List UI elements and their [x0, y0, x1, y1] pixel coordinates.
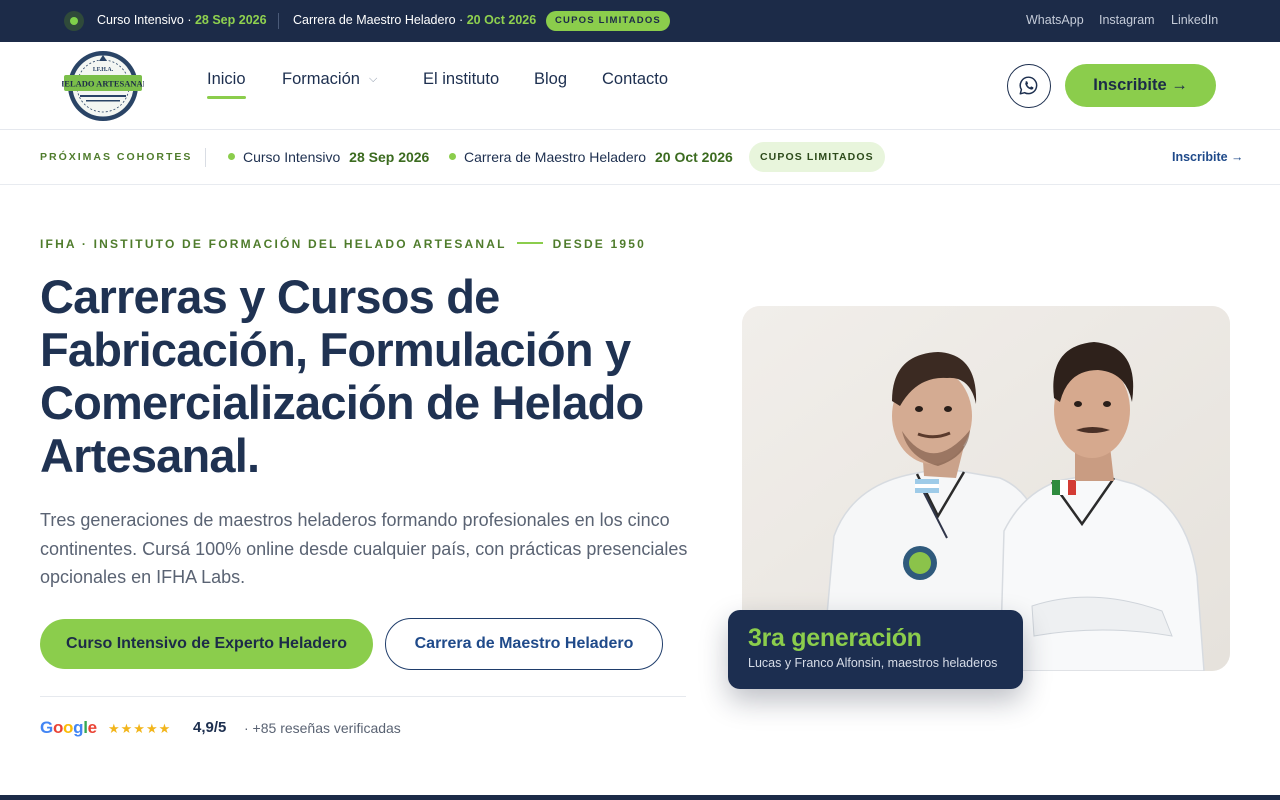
whatsapp-icon: [1019, 76, 1038, 95]
ifha-logo[interactable]: I.F.H.A. HELADO ARTESANAL: [62, 49, 144, 123]
announcement-bar: Curso Intensivo · 28 Sep 2026 Carrera de…: [0, 0, 1280, 42]
cohorts-strip: PRÓXIMAS COHORTES Curso Intensivo 28 Sep…: [0, 130, 1280, 185]
rating-stars-icon: ★★★★★: [108, 721, 172, 736]
arrow-right-icon: →: [1171, 76, 1188, 94]
linkedin-link[interactable]: LinkedIn: [1171, 13, 1218, 27]
rating-score: 4,9/5: [193, 719, 227, 736]
instagram-link[interactable]: Instagram: [1099, 13, 1155, 27]
topbar-divider: [278, 13, 279, 29]
whatsapp-button[interactable]: [1007, 64, 1051, 108]
nav-inicio[interactable]: Inicio: [207, 70, 246, 99]
eyebrow-since: DESDE 1950: [552, 237, 647, 251]
topbar-cohort-2-date: 20 Oct 2026: [466, 13, 537, 27]
nav-blog[interactable]: Blog: [534, 70, 567, 89]
footer-edge: [0, 795, 1280, 800]
hero-title: Carreras y Cursos de Fabricación, Formul…: [40, 270, 644, 482]
cohorts-limited-badge: CUPOS LIMITADOS: [749, 142, 885, 172]
eyebrow-line: [516, 242, 543, 244]
eyebrow-institute: IFHA · INSTITUTO DE FORMACIÓN DEL HELADO…: [40, 237, 507, 251]
inscribite-label: Inscribite: [1093, 76, 1167, 94]
bullet-dot-icon: [449, 153, 456, 160]
nav-contacto[interactable]: Contacto: [602, 70, 668, 89]
cohorts-label: PRÓXIMAS COHORTES: [40, 151, 193, 163]
whatsapp-link[interactable]: WhatsApp: [1026, 13, 1084, 27]
generation-title: 3ra generación: [748, 624, 922, 652]
site-header: I.F.H.A. HELADO ARTESANAL Inicio Formaci…: [0, 42, 1280, 130]
svg-text:HELADO ARTESANAL: HELADO ARTESANAL: [62, 79, 144, 89]
topbar-cohort-1-name: Curso Intensivo ·: [97, 13, 195, 27]
cohort-name: Carrera de Maestro Heladero: [464, 149, 647, 165]
cohort-item[interactable]: Carrera de Maestro Heladero 20 Oct 2026: [449, 149, 733, 165]
bullet-dot-icon: [228, 153, 235, 160]
hero-divider: [40, 696, 686, 697]
cohorts-divider: [205, 148, 206, 167]
rating-reviews: · +85 reseñas verificadas: [244, 720, 401, 736]
topbar-cohort-1-date: 28 Sep 2026: [194, 13, 267, 27]
chevron-down-icon: ⌵: [368, 73, 378, 85]
topbar-cohort-1[interactable]: Curso Intensivo · 28 Sep 2026: [97, 13, 267, 27]
topbar-cohort-2[interactable]: Carrera de Maestro Heladero · 20 Oct 202…: [293, 13, 536, 27]
inscribite-button[interactable]: Inscribite →: [1065, 64, 1216, 107]
hero-eyebrow: IFHA · INSTITUTO DE FORMACIÓN DEL HELADO…: [40, 237, 646, 251]
topbar-cohort-2-name: Carrera de Maestro Heladero ·: [293, 13, 467, 27]
cohorts-inscribite-link[interactable]: Inscribite →: [1172, 150, 1244, 164]
nav-formacion[interactable]: Formación ⌵: [282, 70, 377, 89]
cohort-date: 20 Oct 2026: [654, 149, 733, 165]
generation-badge: 3ra generación Lucas y Franco Alfonsin, …: [728, 610, 1023, 689]
curso-intensivo-button[interactable]: Curso Intensivo de Experto Heladero: [40, 619, 373, 669]
topbar-limited-badge: CUPOS LIMITADOS: [546, 11, 670, 31]
nav-formacion-label: Formación: [282, 70, 360, 88]
generation-subtitle: Lucas y Franco Alfonsin, maestros helade…: [748, 656, 998, 670]
live-indicator-icon: [64, 11, 84, 31]
cohort-date: 28 Sep 2026: [349, 149, 430, 165]
carrera-maestro-button[interactable]: Carrera de Maestro Heladero: [385, 618, 663, 670]
cohort-item[interactable]: Curso Intensivo 28 Sep 2026: [228, 149, 429, 165]
google-logo: Google: [40, 718, 97, 737]
hero-lead: Tres generaciones de maestros heladeros …: [40, 510, 688, 587]
nav-el-instituto[interactable]: El instituto: [423, 70, 499, 89]
svg-text:I.F.H.A.: I.F.H.A.: [93, 67, 114, 73]
cohort-name: Curso Intensivo: [243, 149, 341, 165]
